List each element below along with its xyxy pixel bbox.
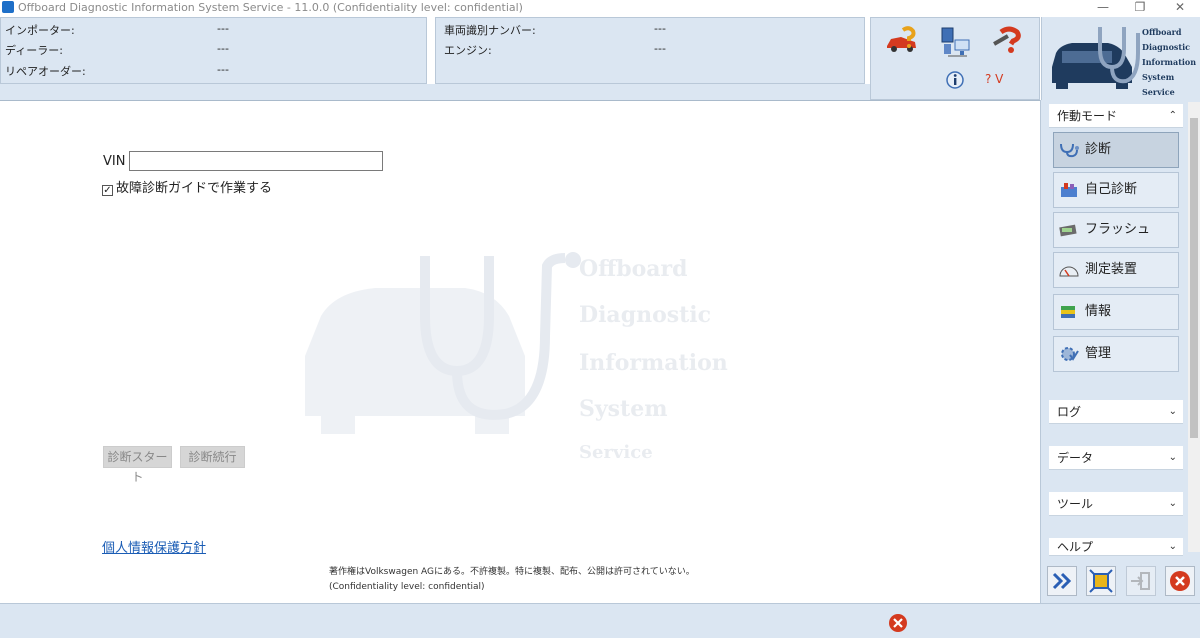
expand-icon[interactable]: ⌄ — [1169, 492, 1177, 516]
tools-label: ツール — [1057, 497, 1094, 511]
importer-value: --- — [217, 22, 229, 35]
operating-mode-label: 作動モード — [1057, 109, 1118, 123]
info-icon[interactable] — [945, 70, 965, 90]
logo-line-5: Service — [1142, 87, 1175, 97]
header-toolbar: ? V — [870, 17, 1040, 100]
collapse-icon[interactable]: ⌃ — [1169, 104, 1177, 128]
guided-check-label: 故障診断ガイドで作業する — [116, 181, 273, 196]
continue-diagnosis-button[interactable]: 診断続行 — [180, 446, 245, 468]
help-header[interactable]: ヘルプ ⌄ — [1049, 538, 1183, 556]
mode-label: 診断 — [1085, 142, 1112, 157]
watermark-logo: Offboard Diagnostic Information System S… — [295, 246, 745, 463]
error-status-icon[interactable] — [887, 612, 909, 634]
fit-screen-button[interactable] — [1086, 566, 1116, 596]
exit-button[interactable] — [1165, 566, 1195, 596]
login-button[interactable] — [1126, 566, 1156, 596]
copyright-notice: 著作権はVolkswagen AGにある。不許複製。特に複製、配布、公開は許可さ… — [329, 567, 695, 577]
importer-label: インポーター: — [5, 24, 75, 37]
self-diagnosis-icon — [1061, 182, 1077, 197]
data-header[interactable]: データ ⌄ — [1049, 446, 1183, 470]
dealer-value: --- — [217, 42, 229, 55]
checkbox-mark[interactable]: ✓ — [102, 185, 113, 196]
mode-self-diagnosis-button[interactable]: 自己診断 — [1053, 172, 1179, 208]
vin-input[interactable] — [129, 151, 383, 171]
data-label: データ — [1057, 451, 1094, 465]
expand-icon[interactable]: ⌄ — [1169, 446, 1177, 470]
header-band — [0, 84, 870, 100]
logo-line-1: Offboard — [1142, 27, 1182, 37]
guided-fault-finding-checkbox[interactable]: ✓ 故障診断ガイドで作業する — [102, 177, 272, 196]
vin-label: VIN — [103, 154, 126, 169]
main-content: VIN ✓ 故障診断ガイドで作業する Offboard Diagnostic In… — [0, 101, 1040, 603]
mode-measurement-button[interactable]: 測定装置 — [1053, 252, 1179, 288]
help-wrench-icon[interactable] — [991, 26, 1025, 58]
watermark-line-5: Service — [579, 442, 653, 463]
logo-line-2: Diagnostic — [1142, 42, 1191, 52]
watermark-line-3: Information — [579, 350, 728, 376]
engine-label: エンジン: — [444, 44, 492, 57]
vin-info-value: --- — [654, 22, 666, 35]
odis-logo-graphic — [1052, 27, 1140, 89]
mode-label: 測定装置 — [1085, 262, 1138, 277]
window-title: Offboard Diagnostic Information System S… — [18, 1, 523, 14]
mode-info-button[interactable]: 情報 — [1053, 294, 1179, 330]
dealer-label: ディーラー: — [5, 44, 63, 57]
flash-icon — [1059, 224, 1077, 236]
dealer-info-panel: インポーター: --- ディーラー: --- リペアオーダー: --- — [0, 17, 427, 84]
books-icon — [1061, 305, 1075, 318]
app-icon — [2, 1, 14, 13]
mode-label: 自己診断 — [1085, 182, 1138, 197]
admin-gear-icon — [1061, 346, 1079, 361]
odis-logo-text: Offboard Diagnostic Information System S… — [1142, 25, 1196, 100]
vehicle-info-panel: 車両識別ナンバー: --- エンジン: --- — [435, 17, 865, 84]
close-button[interactable]: ✕ — [1165, 0, 1195, 16]
operating-mode-header[interactable]: 作動モード ⌃ — [1049, 104, 1183, 128]
stethoscope-icon — [1060, 143, 1079, 157]
mode-label: フラッシュ — [1085, 222, 1151, 237]
expand-icon[interactable]: ⌄ — [1169, 400, 1177, 424]
minimize-button[interactable]: — — [1088, 0, 1118, 16]
log-label: ログ — [1057, 405, 1082, 419]
fit-screen-icon — [1089, 569, 1113, 593]
watermark-graphic — [305, 252, 581, 434]
mode-diagnosis-button[interactable]: 診断 — [1053, 132, 1179, 168]
mode-label: 情報 — [1085, 304, 1112, 319]
sidebar-toolbar — [1041, 558, 1200, 603]
help-car-icon[interactable] — [885, 26, 921, 58]
scrollbar-thumb[interactable] — [1190, 118, 1198, 438]
engine-value: --- — [654, 42, 666, 55]
maximize-button[interactable]: ❐ — [1125, 0, 1155, 16]
sidebar: 作動モード ⌃ 診断 自己診断 フラッシュ 測定装置 情報 管理 ログ ⌄ デー… — [1040, 100, 1200, 603]
close-red-icon — [1170, 571, 1190, 591]
mode-label: 管理 — [1085, 346, 1112, 361]
vin-info-label: 車両識別ナンバー: — [444, 24, 536, 37]
watermark-line-2: Diagnostic — [579, 302, 712, 328]
version-hint[interactable]: ? V — [985, 72, 1003, 86]
log-header[interactable]: ログ ⌄ — [1049, 400, 1183, 424]
privacy-policy-link[interactable]: 個人情報保護方針 — [102, 537, 206, 556]
sidebar-scrollbar[interactable] — [1188, 102, 1200, 552]
mode-flash-button[interactable]: フラッシュ — [1053, 212, 1179, 248]
tools-header[interactable]: ツール ⌄ — [1049, 492, 1183, 516]
forward-button[interactable] — [1047, 566, 1077, 596]
double-chevron-icon — [1052, 572, 1072, 590]
odis-logo: Offboard Diagnostic Information System S… — [1041, 17, 1200, 100]
help-label: ヘルプ — [1057, 540, 1094, 554]
start-diagnosis-button[interactable]: 診断スタート — [103, 446, 172, 484]
network-icon[interactable] — [939, 26, 973, 60]
watermark-line-4: System — [579, 396, 668, 422]
logo-line-4: System — [1142, 72, 1175, 82]
expand-icon[interactable]: ⌄ — [1169, 538, 1177, 556]
status-bar — [0, 603, 1200, 638]
watermark-line-1: Offboard — [579, 256, 688, 282]
login-icon — [1131, 572, 1150, 590]
confidentiality-note: (Confidentiality level: confidential) — [329, 582, 485, 592]
repair-order-value: --- — [217, 63, 229, 76]
logo-line-3: Information — [1142, 57, 1197, 67]
repair-order-label: リペアオーダー: — [5, 65, 86, 78]
gauge-icon — [1059, 266, 1079, 276]
title-bar: Offboard Diagnostic Information System S… — [0, 0, 1200, 16]
mode-admin-button[interactable]: 管理 — [1053, 336, 1179, 372]
